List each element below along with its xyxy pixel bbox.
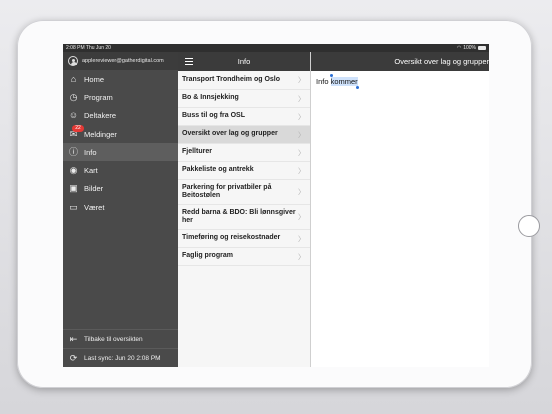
selection-end-handle[interactable] [355,86,359,89]
chevron-right-icon: 〉 [298,253,305,261]
selection-start-handle[interactable] [329,74,333,77]
map-pin-icon: ◉ [69,165,78,176]
info-list-panel: Info Transport Trondheim og Oslo 〉 Bo & In… [178,52,311,367]
chevron-right-icon: 〉 [298,167,305,175]
detail-text: Info [316,77,331,86]
back-label: Tilbake til oversikten [84,335,143,343]
sidebar-item-label: Meldinger [84,129,117,139]
chevron-right-icon: 〉 [298,214,305,221]
list-item[interactable]: Bo & Innsjekking 〉 [178,90,310,108]
list-item-label: Fjellturer [182,148,212,156]
account-email: applereviewer@gatherdigital.com [82,58,164,64]
list-item[interactable]: Fjellturer 〉 [178,144,310,162]
sidebar-item-label: Været [84,202,105,212]
chevron-right-icon: 〉 [298,149,305,157]
home-icon: ⌂ [70,73,77,84]
sidebar-item-v-ret[interactable]: ▭ Været [63,198,178,216]
sidebar-item-bilder[interactable]: ▣ Bilder [63,180,178,198]
hamburger-menu-icon[interactable] [185,58,193,65]
photo-icon: ▣ [69,183,78,194]
status-time: 2:08 PM Thu Jun 20 [66,45,111,51]
list-item-label: Redd barna & BDO: Bli lønnsgiver her [182,208,296,225]
account-row[interactable]: applereviewer@gatherdigital.com [63,52,178,70]
list-item-label: Timeføring og reisekostnader [182,234,281,242]
list-item-label: Parkering for privatbiler på Beitostølen [182,183,272,200]
sidebar-item-meldinger[interactable]: ✉ 22 Meldinger [63,124,178,143]
list-item[interactable]: Buss til og fra OSL 〉 [178,108,310,126]
people-icon: ☺ [68,110,79,121]
detail-title: Oversikt over lag og grupper [394,57,489,66]
detail-header: Oversikt over lag og grupper [311,52,489,71]
back-to-overview-button[interactable]: ⇤ Tilbake til oversikten [63,329,178,348]
sync-icon: ⟳ [69,352,78,363]
list-item[interactable]: Redd barna & BDO: Bli lønnsgiver her 〉 [178,205,310,230]
user-icon [68,56,78,66]
wifi-icon: ◠ [456,45,462,51]
battery-percent: 100% [463,45,476,51]
list-item-label: Bo & Innsjekking [182,94,239,102]
detail-panel: Oversikt over lag og grupper Info kommer [311,52,489,367]
list-title: Info [237,57,251,66]
exit-icon: ⇤ [69,333,78,344]
list-item[interactable]: Pakkeliste og antrekk 〉 [178,162,310,180]
chevron-right-icon: 〉 [298,131,305,139]
chevron-right-icon: 〉 [298,77,305,84]
sync-label: Last sync: Jun 20 2:08 PM [84,354,161,362]
sidebar-item-kart[interactable]: ◉ Kart [63,161,178,179]
list-item-label: Transport Trondheim og Oslo [182,75,281,83]
list-item[interactable]: Timeføring og reisekostnader 〉 [178,230,310,248]
sidebar-item-label: Kart [84,166,98,176]
detail-body[interactable]: Info kommer [311,71,489,92]
sidebar-item-label: Home [84,74,105,84]
selected-text[interactable]: kommer [329,74,359,89]
clock-icon: ◷ [69,91,78,102]
sidebar-item-program[interactable]: ◷ Program [63,88,178,106]
list-item[interactable]: Parkering for privatbiler på Beitostølen… [178,180,310,205]
list-item-label: Faglig program [182,252,233,260]
sync-row[interactable]: ⟳ Last sync: Jun 20 2:08 PM [63,348,178,367]
sidebar-item-label: Bilder [84,184,104,194]
unread-badge: 22 [72,124,84,132]
app-screen: 2:08 PM Thu Jun 20 ◠ 100% applereviewer@… [63,44,489,367]
list-item[interactable]: Faglig program 〉 [178,248,310,266]
battery-icon [478,46,486,50]
home-button[interactable] [518,215,540,237]
sidebar-item-home[interactable]: ⌂ Home [63,70,178,88]
chevron-right-icon: 〉 [298,113,305,121]
list-item[interactable]: Oversikt over lag og grupper 〉 [178,126,310,144]
list-item-label: Pakkeliste og antrekk [182,166,254,174]
sidebar-item-info[interactable]: ⓘ Info [63,143,178,162]
info-list: Transport Trondheim og Oslo 〉 Bo & Innsjek… [178,71,310,266]
chevron-right-icon: 〉 [298,189,305,196]
info-icon: ⓘ [68,146,78,157]
chevron-right-icon: 〉 [298,235,305,243]
list-header: Info [178,52,310,71]
sidebar-item-label: Deltakere [84,111,117,121]
weather-icon: ▭ [69,201,78,212]
sidebar-nav: ⌂ Home ◷ Program ☺ Deltakere ✉ 22 Meldinger ⓘ Info… [63,70,178,216]
status-bar: 2:08 PM Thu Jun 20 ◠ 100% [63,44,489,52]
sidebar-item-label: Program [84,92,113,102]
sidebar-item-label: Info [84,147,97,157]
list-item[interactable]: Transport Trondheim og Oslo 〉 [178,71,310,90]
sidebar: applereviewer@gatherdigital.com ⌂ Home ◷ Pr… [63,52,178,367]
list-item-label: Oversikt over lag og grupper [182,130,278,138]
sidebar-item-deltakere[interactable]: ☺ Deltakere [63,107,178,125]
list-item-label: Buss til og fra OSL [182,112,246,120]
chevron-right-icon: 〉 [298,95,305,103]
